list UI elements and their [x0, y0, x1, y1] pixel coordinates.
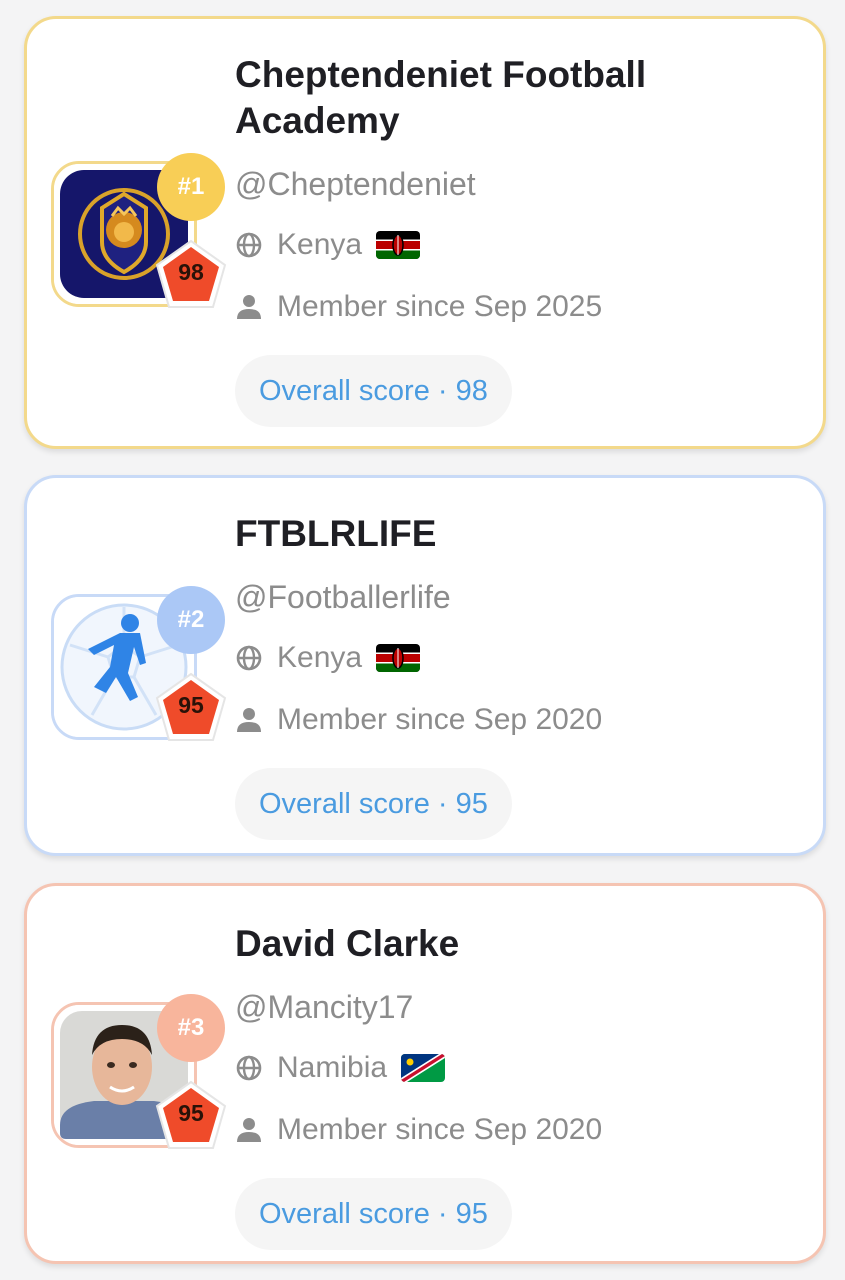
username-handle: @Footballerlife: [235, 579, 451, 615]
member-since-row: Member since Sep 2020: [235, 700, 803, 740]
card-info: FTBLRLIFE @Footballerlife Kenya Member s…: [235, 478, 803, 840]
kenya-flag-icon: [376, 231, 421, 259]
card-info: David Clarke @Mancity17 Namibia Member s…: [235, 886, 803, 1250]
leaderboard-card[interactable]: #2 95 FTBLRLIFE @Footballerlife Kenya Me…: [24, 475, 826, 856]
avatar-container: #3 95: [51, 994, 227, 1149]
score-badge-value: 95: [178, 1100, 204, 1126]
country-row: Kenya: [235, 225, 803, 265]
person-icon: [237, 295, 261, 319]
avatar-container: #2 95: [51, 586, 227, 741]
person-icon: [237, 708, 261, 732]
player-name[interactable]: David Clarke: [235, 921, 803, 967]
member-since-label: Member since Sep 2020: [277, 703, 603, 736]
country-row: Namibia: [235, 1048, 803, 1088]
kenya-flag-icon: [376, 644, 421, 672]
country-row: Kenya: [235, 638, 803, 678]
member-since-row: Member since Sep 2020: [235, 1110, 803, 1150]
score-badge: 95: [153, 1078, 229, 1154]
overall-score-pill[interactable]: Overall score · 95: [235, 1178, 512, 1250]
score-badge-value: 95: [178, 692, 204, 718]
username-handle: @Cheptendeniet: [235, 166, 476, 202]
overall-score-pill[interactable]: Overall score · 95: [235, 768, 512, 840]
globe-icon: [236, 232, 262, 258]
namibia-flag-icon: [401, 1054, 446, 1082]
country-label: Kenya: [277, 228, 363, 261]
leaderboard-card[interactable]: #3 95 David Clarke @Mancity17 Namibia Me…: [24, 883, 826, 1264]
avatar-container: #1 98: [51, 153, 227, 308]
score-badge: 98: [153, 237, 229, 313]
member-since-row: Member since Sep 2025: [235, 287, 803, 327]
person-icon: [237, 1118, 261, 1142]
rank-badge: #3: [157, 994, 225, 1062]
country-label: Namibia: [277, 1051, 388, 1084]
username-handle: @Mancity17: [235, 989, 414, 1025]
country-label: Kenya: [277, 641, 363, 674]
member-since-label: Member since Sep 2025: [277, 290, 603, 323]
globe-icon: [236, 645, 262, 671]
score-badge: 95: [153, 670, 229, 746]
rank-badge: #1: [157, 153, 225, 221]
globe-icon: [236, 1055, 262, 1081]
rank-badge: #2: [157, 586, 225, 654]
club-name[interactable]: FTBLRLIFE: [235, 511, 803, 557]
member-since-label: Member since Sep 2020: [277, 1113, 603, 1146]
leaderboard-card[interactable]: #1 98 Cheptendeniet Football Academy @Ch…: [24, 16, 826, 449]
leaderboard-list: #1 98 Cheptendeniet Football Academy @Ch…: [0, 0, 845, 1280]
club-name[interactable]: Cheptendeniet Football Academy: [235, 52, 803, 144]
score-badge-value: 98: [178, 259, 204, 285]
card-info: Cheptendeniet Football Academy @Cheptend…: [235, 19, 803, 427]
overall-score-pill[interactable]: Overall score · 98: [235, 355, 512, 427]
